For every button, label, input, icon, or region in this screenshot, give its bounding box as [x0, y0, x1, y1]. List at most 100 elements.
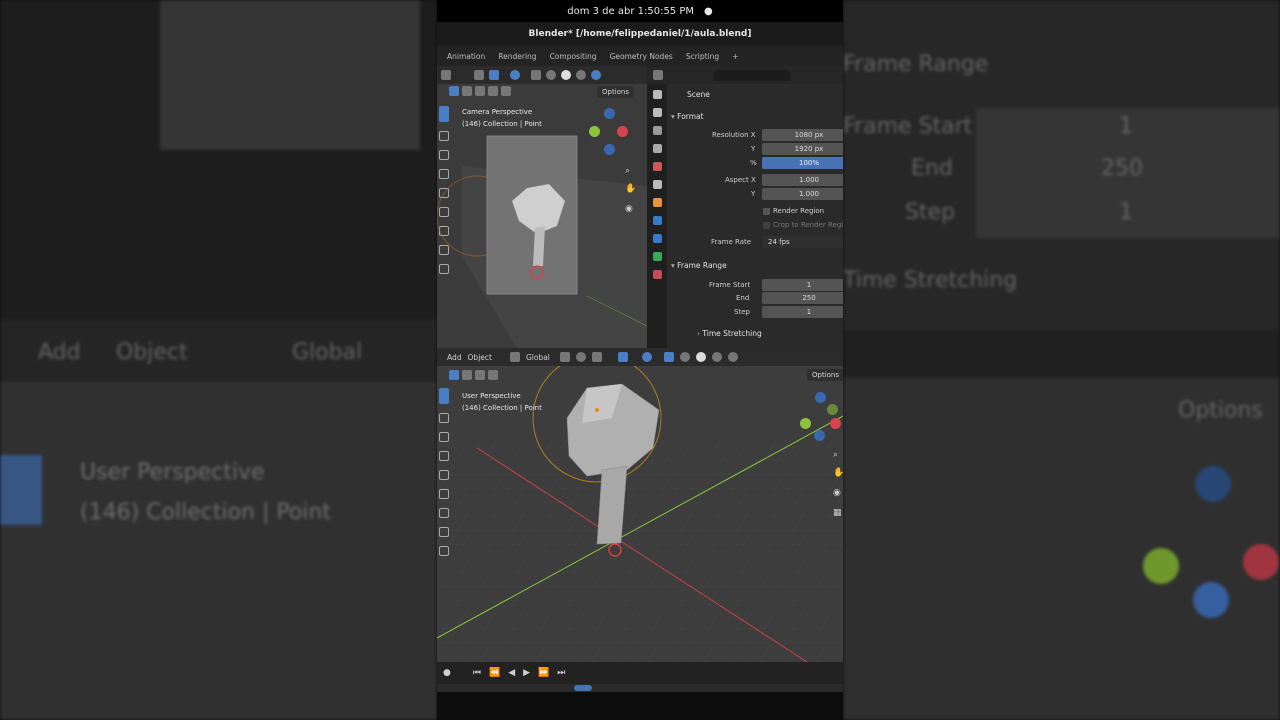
crop-region-label: Crop to Render Region [773, 221, 843, 229]
play-button[interactable]: ▶ [523, 668, 530, 678]
main-grid-view-icon[interactable]: ▦ [833, 508, 842, 518]
render-region-checkbox[interactable] [763, 208, 770, 215]
resolution-y-label: Y [751, 145, 756, 153]
main-select-extend-icon[interactable] [462, 370, 472, 380]
main-pan-hand-icon[interactable]: ✋ [833, 468, 843, 478]
world-tab-icon[interactable] [652, 180, 662, 189]
view-layer-tab-icon[interactable] [652, 144, 662, 153]
main-3d-viewport[interactable]: Add Object Global Options User Perspecti… [437, 348, 843, 662]
frame-range-section-header[interactable]: Frame Range [671, 261, 727, 270]
output-tab-icon[interactable] [652, 126, 662, 135]
main-camera-view-icon[interactable]: ◉ [833, 488, 841, 498]
properties-search-input[interactable] [713, 69, 791, 81]
gizmo-y-icon[interactable] [589, 126, 600, 137]
resolution-y-field[interactable]: 1920 px [762, 143, 843, 155]
datetime: dom 3 de abr 1:50:55 PM [567, 5, 695, 17]
main-move-tool-icon[interactable] [439, 432, 449, 442]
object-tab-icon[interactable] [652, 198, 662, 207]
jump-end-button[interactable]: ⏭ [557, 668, 565, 678]
camera-viewport[interactable]: Options Camera Perspective (146) Collect… [437, 66, 647, 348]
resolution-percent-slider[interactable]: 100% [762, 157, 843, 169]
properties-body: Scene Format Resolution X 1080 px Y 1920… [669, 84, 843, 348]
main-gizmo-y-icon[interactable] [800, 418, 811, 429]
navigation-gizmo[interactable] [587, 108, 633, 158]
main-rendered-icon[interactable] [727, 352, 738, 362]
zoom-icon[interactable]: ⌕ [625, 166, 630, 176]
resolution-x-field[interactable]: 1080 px [762, 129, 843, 141]
frame-rate-dropdown[interactable]: 24 fps [762, 236, 843, 248]
modifiers-tab-icon[interactable] [652, 216, 662, 225]
main-gizmo-neg-y-icon[interactable] [827, 404, 838, 415]
render-tab-icon[interactable] [652, 108, 662, 117]
tab-geometry-nodes[interactable]: Geometry Nodes [610, 52, 673, 61]
scene-tab-icon[interactable] [652, 162, 662, 171]
frame-start-label: Frame Start [709, 281, 751, 289]
format-section-header[interactable]: Format [671, 112, 703, 121]
proportional-edit-icon[interactable] [591, 352, 602, 362]
main-options-button[interactable]: Options [807, 369, 843, 381]
pivot-point-icon[interactable] [559, 352, 570, 362]
main-navigation-gizmo[interactable] [797, 392, 843, 442]
scrubber-handle[interactable] [574, 685, 592, 691]
main-overlay-toggle-icon[interactable] [641, 352, 652, 362]
main-select-subtract-icon[interactable] [475, 370, 485, 380]
main-solid-icon[interactable] [695, 352, 706, 362]
main-rotate-tool-icon[interactable] [439, 451, 449, 461]
gizmo-x-icon[interactable] [617, 126, 628, 137]
snap-icon[interactable] [575, 352, 586, 362]
main-cursor-tool-icon[interactable] [439, 413, 449, 423]
object-data-tab-icon[interactable] [652, 252, 662, 261]
main-select-box-tool-icon[interactable] [439, 388, 449, 404]
main-select-difference-icon[interactable] [488, 370, 498, 380]
main-transform-tool-icon[interactable] [439, 489, 449, 499]
add-menu[interactable]: Add [447, 353, 462, 362]
main-wireframe-icon[interactable] [679, 352, 690, 362]
jump-keyframe-forward-button[interactable]: ⏩ [538, 668, 549, 678]
camera-view-icon[interactable]: ◉ [625, 204, 633, 214]
tool-tab-icon[interactable] [652, 90, 662, 99]
properties-tab-column [647, 84, 667, 348]
main-material-icon[interactable] [711, 352, 722, 362]
main-annotate-tool-icon[interactable] [439, 508, 449, 518]
bg-user-perspective: User Perspective [80, 460, 265, 485]
timeline-scrubber[interactable] [437, 684, 843, 692]
main-zoom-icon[interactable]: ⌕ [833, 450, 838, 460]
gizmo-z-top-icon[interactable] [604, 108, 615, 119]
main-view-name: User Perspective [462, 392, 521, 400]
frame-end-field[interactable]: 250 [762, 292, 843, 304]
tab-scripting[interactable]: Scripting [686, 52, 719, 61]
frame-start-field[interactable]: 1 [762, 279, 843, 291]
main-add-cube-tool-icon[interactable] [439, 546, 449, 556]
properties-editor-type-icon[interactable] [653, 70, 663, 80]
main-gizmo-z-icon[interactable] [814, 430, 825, 441]
frame-step-field[interactable]: 1 [762, 306, 843, 318]
orientation-dropdown[interactable]: Global [526, 353, 550, 362]
tab-animation[interactable]: Animation [447, 52, 485, 61]
crop-region-checkbox[interactable] [763, 222, 770, 229]
tab-compositing[interactable]: Compositing [550, 52, 597, 61]
tab-rendering[interactable]: Rendering [498, 52, 536, 61]
time-stretching-section-header[interactable]: Time Stretching [697, 329, 761, 338]
object-menu[interactable]: Object [468, 353, 492, 362]
play-reverse-button[interactable]: ◀ [508, 668, 515, 678]
record-button[interactable]: ● [443, 668, 451, 678]
physics-tab-icon[interactable] [652, 234, 662, 243]
main-gizmo-toggle-icon[interactable] [617, 352, 628, 362]
aspect-y-field[interactable]: 1.000 [762, 188, 843, 200]
main-measure-tool-icon[interactable] [439, 527, 449, 537]
transform-orientation-icon[interactable] [509, 352, 520, 362]
jump-start-button[interactable]: ⏮ [473, 668, 481, 678]
main-select-new-icon[interactable] [449, 370, 459, 380]
material-tab-icon[interactable] [652, 270, 662, 279]
main-xray-icon[interactable] [663, 352, 674, 362]
main-gizmo-x-icon[interactable] [830, 418, 841, 429]
aspect-x-field[interactable]: 1.000 [762, 174, 843, 186]
frame-rate-label: Frame Rate [711, 238, 752, 246]
jump-keyframe-back-button[interactable]: ⏪ [489, 668, 500, 678]
add-workspace-button[interactable]: + [732, 52, 738, 61]
main-gizmo-z-top-icon[interactable] [815, 392, 826, 403]
gizmo-z-icon[interactable] [604, 144, 615, 155]
main-scale-tool-icon[interactable] [439, 470, 449, 480]
properties-editor: Scene Format Resolution X 1080 px Y 1920… [647, 66, 843, 348]
pan-hand-icon[interactable]: ✋ [625, 184, 636, 194]
